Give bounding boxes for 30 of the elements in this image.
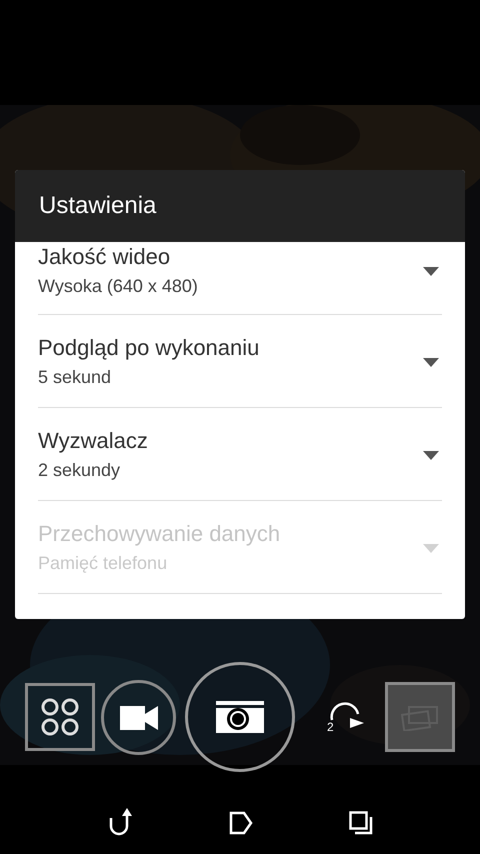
dropdown-arrow-icon — [423, 358, 439, 366]
setting-value: Wysoka (640 x 480) — [38, 275, 199, 298]
mode-grid-button[interactable] — [25, 683, 95, 751]
setting-row[interactable]: Wyzwalacz 2 sekundy — [38, 408, 442, 501]
gallery-thumbnail-button[interactable] — [385, 682, 455, 752]
rotate-arrow-icon — [328, 700, 364, 730]
home-icon — [229, 811, 253, 835]
setting-label: Podgląd po wykonaniu — [38, 334, 260, 362]
setting-value: 5 sekund — [38, 366, 112, 389]
dropdown-arrow-icon — [423, 544, 439, 552]
recent-apps-icon — [349, 811, 373, 835]
home-button[interactable] — [228, 810, 254, 836]
video-button[interactable] — [101, 680, 176, 755]
back-icon — [108, 808, 132, 836]
camera-icon — [216, 701, 264, 733]
setting-label: Przechowywanie danych — [38, 520, 282, 548]
setting-row[interactable]: Jakość wideo Wysoka (640 x 480) — [38, 242, 442, 315]
dropdown-arrow-icon — [423, 266, 439, 276]
dropdown-arrow-icon — [423, 450, 439, 460]
shutter-button[interactable] — [185, 662, 295, 772]
recent-apps-button[interactable] — [348, 810, 374, 836]
setting-label: Wyzwalacz — [38, 427, 149, 455]
dialog-title: Ustawienia — [39, 191, 156, 221]
back-button[interactable] — [107, 808, 133, 836]
four-circles-icon — [41, 698, 79, 736]
setting-label: Jakość wideo — [38, 243, 172, 271]
setting-value: 2 sekundy — [38, 459, 122, 482]
timer-label: 2 — [327, 720, 334, 734]
video-camera-icon — [120, 704, 158, 732]
setting-row[interactable]: Podgląd po wykonaniu 5 sekund — [38, 315, 442, 408]
